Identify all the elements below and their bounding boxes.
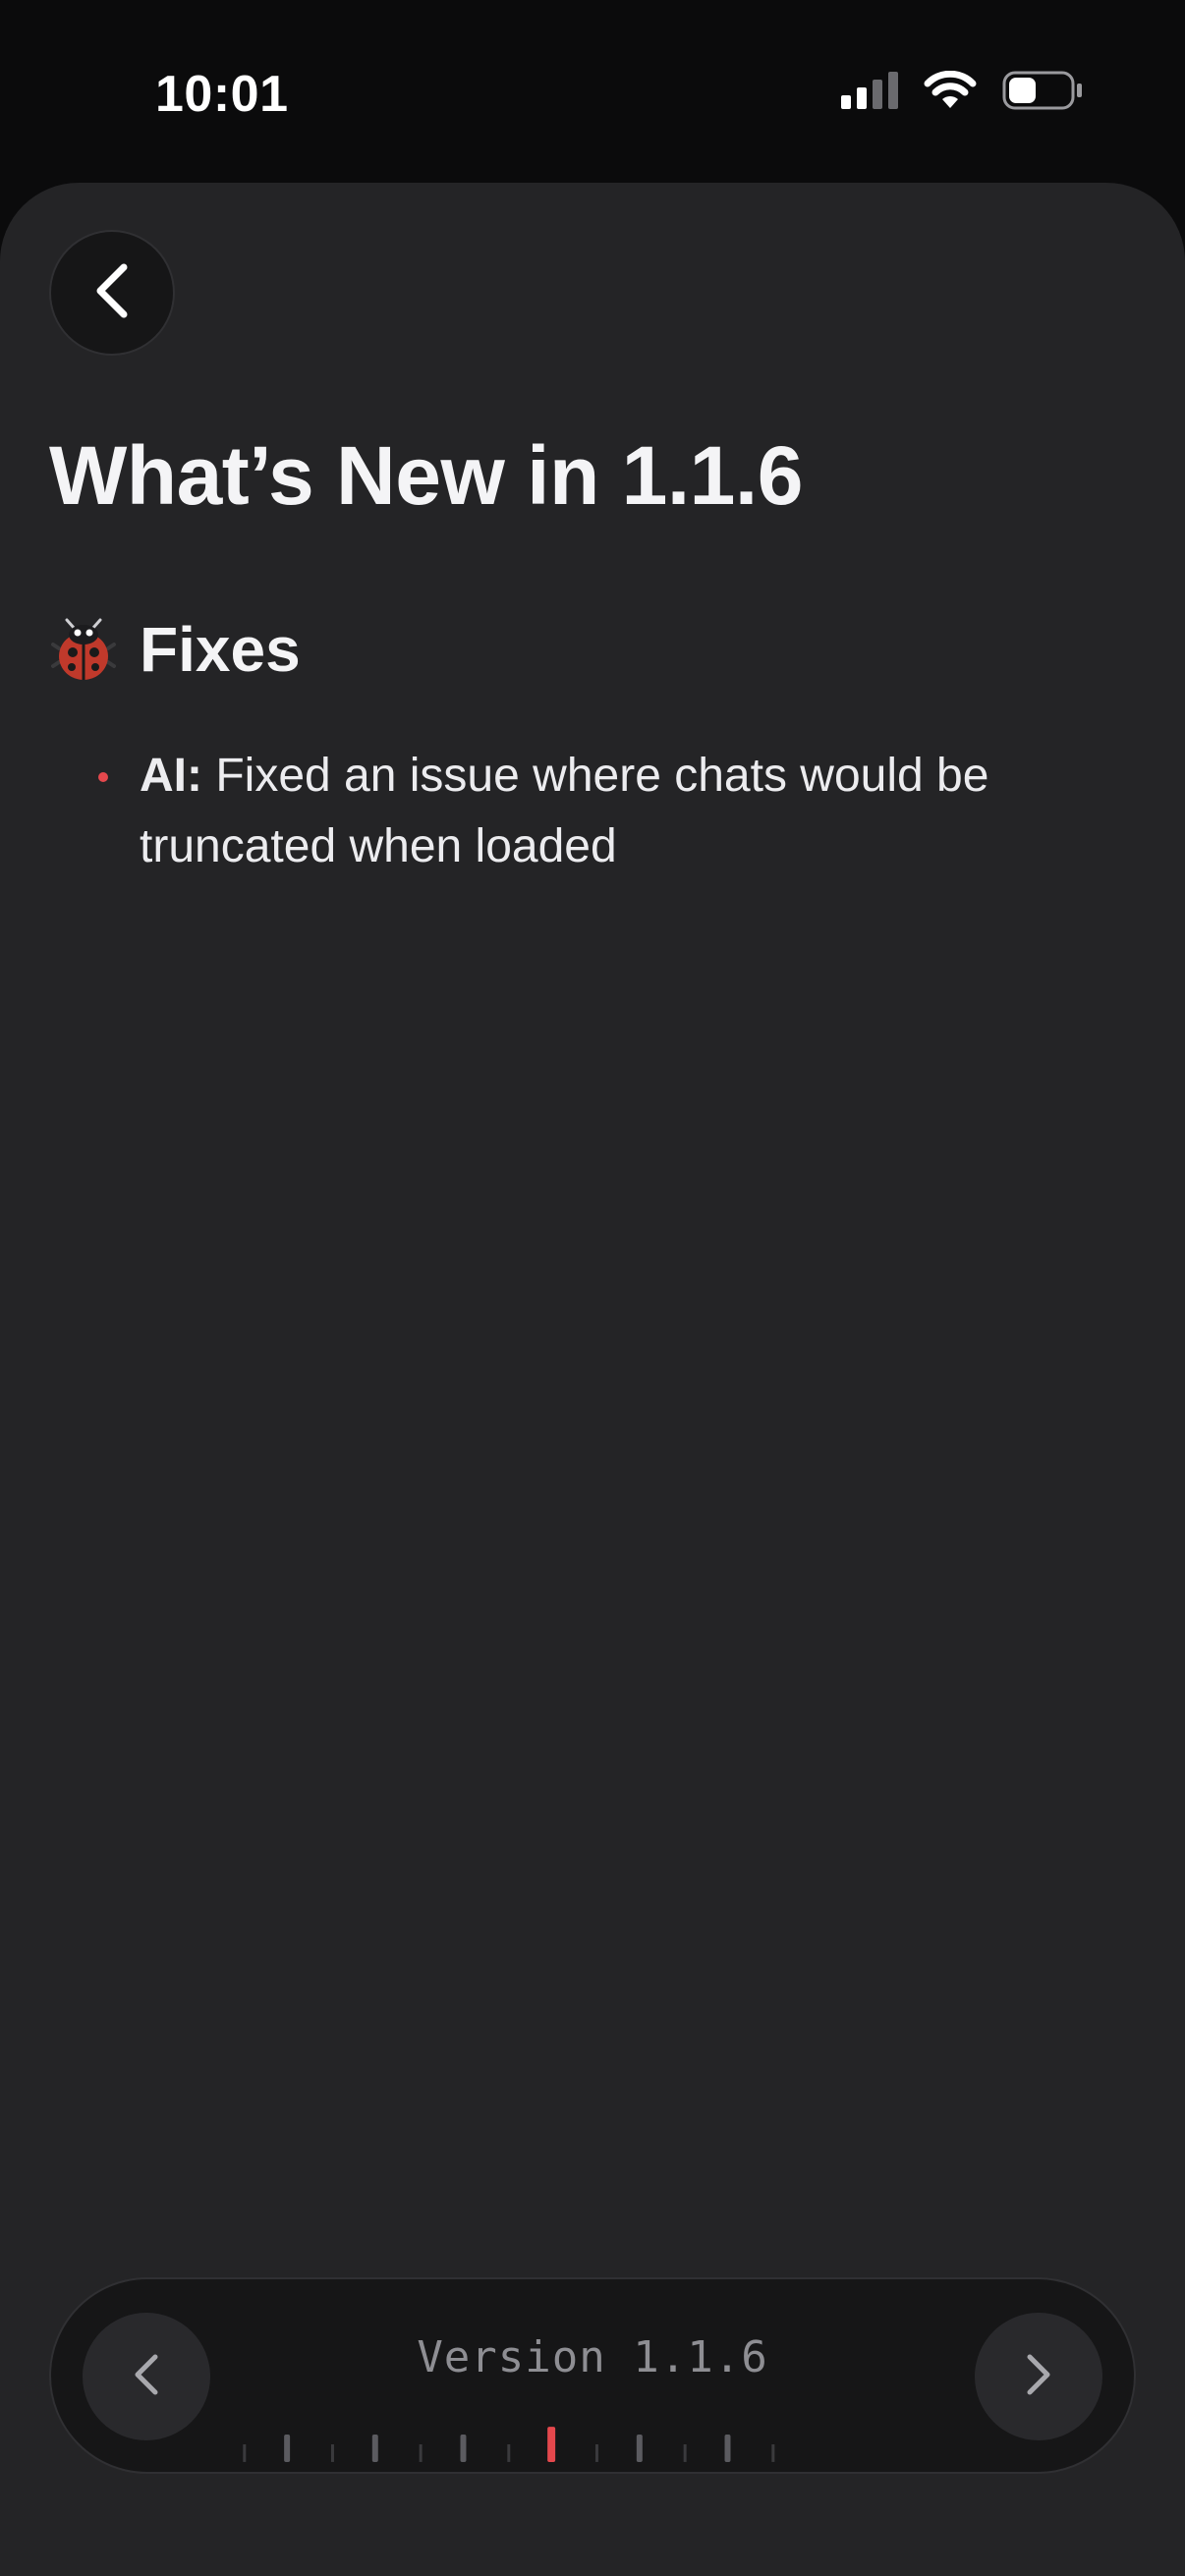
chevron-right-icon: [1024, 2353, 1053, 2401]
version-tick: [460, 2435, 467, 2462]
page-title: What’s New in 1.1.6: [49, 429, 803, 522]
status-icons: [841, 70, 1083, 115]
list-item: AI: Fixed an issue where chats would be …: [49, 741, 1110, 882]
section-header-fixes: Fixes: [49, 613, 301, 686]
status-bar: 10:01: [0, 0, 1185, 187]
fix-area-label: AI:: [140, 750, 202, 802]
fixes-list: AI: Fixed an issue where chats would be …: [49, 741, 1110, 882]
next-version-button[interactable]: [975, 2313, 1102, 2440]
version-tick: [683, 2444, 687, 2462]
version-selector: Version 1.1.6: [49, 2277, 1136, 2474]
battery-fill: [1009, 78, 1036, 103]
status-time: 10:01: [155, 66, 289, 123]
chevron-left-icon: [90, 261, 134, 325]
ladybug-icon: [49, 615, 118, 684]
version-ticks[interactable]: [51, 2427, 1134, 2466]
fix-description: Fixed an issue where chats would be trun…: [140, 750, 989, 872]
version-tick: [724, 2435, 731, 2462]
version-tick: [371, 2435, 378, 2462]
version-tick: [419, 2444, 423, 2462]
version-tick: [284, 2435, 291, 2462]
version-tick: [594, 2444, 598, 2462]
bullet-dot: [98, 772, 108, 782]
version-tick: [771, 2444, 775, 2462]
version-tick: [507, 2444, 511, 2462]
section-title: Fixes: [140, 614, 301, 685]
version-label: Version 1.1.6: [417, 2332, 768, 2382]
whats-new-sheet: What’s New in 1.1.6 Fixes AI: Fixed an i…: [0, 183, 1185, 2576]
version-tick: [636, 2435, 643, 2462]
battery-icon: [1002, 71, 1083, 115]
version-tick: [243, 2444, 247, 2462]
cellular-signal-icon: [841, 72, 898, 114]
back-button[interactable]: [49, 230, 175, 356]
version-tick: [330, 2444, 334, 2462]
active-version-tick: [547, 2427, 556, 2462]
wifi-icon: [924, 70, 977, 115]
